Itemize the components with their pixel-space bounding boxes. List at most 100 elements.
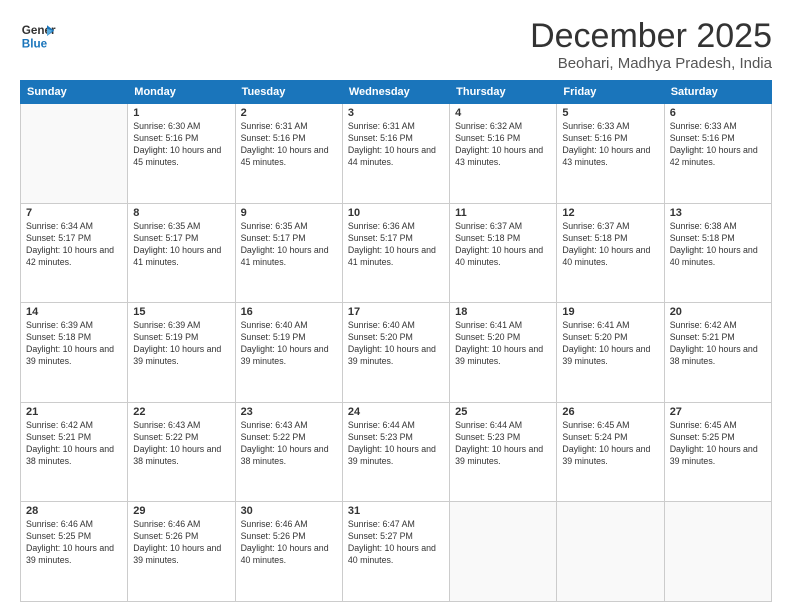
day-number: 1: [133, 107, 229, 119]
calendar-cell: 27 Sunrise: 6:45 AMSunset: 5:25 PMDayligh…: [664, 402, 771, 502]
day-info: Sunrise: 6:32 AMSunset: 5:16 PMDaylight:…: [455, 121, 551, 169]
day-info: Sunrise: 6:39 AMSunset: 5:19 PMDaylight:…: [133, 320, 229, 368]
calendar-cell: 25 Sunrise: 6:44 AMSunset: 5:23 PMDayligh…: [450, 402, 557, 502]
calendar-week-row: 21 Sunrise: 6:42 AMSunset: 5:21 PMDayligh…: [21, 402, 772, 502]
day-number: 13: [670, 207, 766, 219]
day-info: Sunrise: 6:45 AMSunset: 5:25 PMDaylight:…: [670, 420, 766, 468]
page-title: December 2025: [530, 18, 772, 55]
day-number: 6: [670, 107, 766, 119]
day-info: Sunrise: 6:35 AMSunset: 5:17 PMDaylight:…: [241, 221, 337, 269]
calendar-cell: 21 Sunrise: 6:42 AMSunset: 5:21 PMDayligh…: [21, 402, 128, 502]
day-info: Sunrise: 6:38 AMSunset: 5:18 PMDaylight:…: [670, 221, 766, 269]
day-info: Sunrise: 6:40 AMSunset: 5:19 PMDaylight:…: [241, 320, 337, 368]
day-number: 8: [133, 207, 229, 219]
day-info: Sunrise: 6:41 AMSunset: 5:20 PMDaylight:…: [455, 320, 551, 368]
day-number: 31: [348, 505, 444, 517]
day-info: Sunrise: 6:42 AMSunset: 5:21 PMDaylight:…: [670, 320, 766, 368]
calendar-cell: 18 Sunrise: 6:41 AMSunset: 5:20 PMDayligh…: [450, 303, 557, 403]
th-tuesday: Tuesday: [235, 81, 342, 104]
day-info: Sunrise: 6:40 AMSunset: 5:20 PMDaylight:…: [348, 320, 444, 368]
calendar-cell: 11Sunrise: 6:37 AMSunset: 5:18 PMDayligh…: [450, 203, 557, 303]
day-info: Sunrise: 6:41 AMSunset: 5:20 PMDaylight:…: [562, 320, 658, 368]
day-number: 26: [562, 406, 658, 418]
day-number: 17: [348, 306, 444, 318]
th-wednesday: Wednesday: [342, 81, 449, 104]
calendar-week-row: 1 Sunrise: 6:30 AMSunset: 5:16 PMDaylight…: [21, 104, 772, 204]
calendar-cell: 15 Sunrise: 6:39 AMSunset: 5:19 PMDayligh…: [128, 303, 235, 403]
day-number: 30: [241, 505, 337, 517]
calendar-cell: 13 Sunrise: 6:38 AMSunset: 5:18 PMDayligh…: [664, 203, 771, 303]
day-number: 25: [455, 406, 551, 418]
day-number: 10: [348, 207, 444, 219]
day-number: 9: [241, 207, 337, 219]
calendar-cell: 19Sunrise: 6:41 AMSunset: 5:20 PMDayligh…: [557, 303, 664, 403]
calendar-cell: 6 Sunrise: 6:33 AMSunset: 5:16 PMDaylight…: [664, 104, 771, 204]
day-info: Sunrise: 6:33 AMSunset: 5:16 PMDaylight:…: [670, 121, 766, 169]
day-number: 18: [455, 306, 551, 318]
day-number: 21: [26, 406, 122, 418]
th-monday: Monday: [128, 81, 235, 104]
day-number: 4: [455, 107, 551, 119]
day-info: Sunrise: 6:37 AMSunset: 5:18 PMDaylight:…: [562, 221, 658, 269]
day-info: Sunrise: 6:36 AMSunset: 5:17 PMDaylight:…: [348, 221, 444, 269]
day-number: 3: [348, 107, 444, 119]
day-info: Sunrise: 6:46 AMSunset: 5:26 PMDaylight:…: [241, 519, 337, 567]
day-info: Sunrise: 6:44 AMSunset: 5:23 PMDaylight:…: [455, 420, 551, 468]
calendar-week-row: 28 Sunrise: 6:46 AMSunset: 5:25 PMDayligh…: [21, 502, 772, 602]
calendar-cell: [450, 502, 557, 602]
calendar-cell: 26 Sunrise: 6:45 AMSunset: 5:24 PMDayligh…: [557, 402, 664, 502]
day-number: 2: [241, 107, 337, 119]
day-number: 22: [133, 406, 229, 418]
calendar-cell: 31 Sunrise: 6:47 AMSunset: 5:27 PMDayligh…: [342, 502, 449, 602]
calendar-cell: 9 Sunrise: 6:35 AMSunset: 5:17 PMDaylight…: [235, 203, 342, 303]
day-info: Sunrise: 6:39 AMSunset: 5:18 PMDaylight:…: [26, 320, 122, 368]
page-subtitle: Beohari, Madhya Pradesh, India: [530, 55, 772, 72]
calendar-cell: 8 Sunrise: 6:35 AMSunset: 5:17 PMDaylight…: [128, 203, 235, 303]
day-info: Sunrise: 6:42 AMSunset: 5:21 PMDaylight:…: [26, 420, 122, 468]
day-number: 5: [562, 107, 658, 119]
day-info: Sunrise: 6:33 AMSunset: 5:16 PMDaylight:…: [562, 121, 658, 169]
page: General Blue December 2025 Beohari, Madh…: [0, 0, 792, 612]
calendar-week-row: 7 Sunrise: 6:34 AMSunset: 5:17 PMDaylight…: [21, 203, 772, 303]
calendar-cell: 20Sunrise: 6:42 AMSunset: 5:21 PMDayligh…: [664, 303, 771, 403]
th-friday: Friday: [557, 81, 664, 104]
day-number: 29: [133, 505, 229, 517]
day-info: Sunrise: 6:44 AMSunset: 5:23 PMDaylight:…: [348, 420, 444, 468]
calendar-cell: 3 Sunrise: 6:31 AMSunset: 5:16 PMDaylight…: [342, 104, 449, 204]
day-info: Sunrise: 6:30 AMSunset: 5:16 PMDaylight:…: [133, 121, 229, 169]
day-number: 15: [133, 306, 229, 318]
calendar-cell: 2Sunrise: 6:31 AMSunset: 5:16 PMDaylight…: [235, 104, 342, 204]
calendar-cell: 28 Sunrise: 6:46 AMSunset: 5:25 PMDayligh…: [21, 502, 128, 602]
day-number: 14: [26, 306, 122, 318]
calendar-week-row: 14 Sunrise: 6:39 AMSunset: 5:18 PMDayligh…: [21, 303, 772, 403]
day-number: 24: [348, 406, 444, 418]
logo-icon: General Blue: [20, 18, 56, 54]
day-info: Sunrise: 6:34 AMSunset: 5:17 PMDaylight:…: [26, 221, 122, 269]
day-info: Sunrise: 6:46 AMSunset: 5:26 PMDaylight:…: [133, 519, 229, 567]
calendar-cell: 24 Sunrise: 6:44 AMSunset: 5:23 PMDayligh…: [342, 402, 449, 502]
day-number: 28: [26, 505, 122, 517]
th-sunday: Sunday: [21, 81, 128, 104]
day-number: 27: [670, 406, 766, 418]
title-block: December 2025 Beohari, Madhya Pradesh, I…: [530, 18, 772, 72]
calendar-cell: 10 Sunrise: 6:36 AMSunset: 5:17 PMDayligh…: [342, 203, 449, 303]
calendar-header-row: Sunday Monday Tuesday Wednesday Thursday…: [21, 81, 772, 104]
calendar-cell: 30 Sunrise: 6:46 AMSunset: 5:26 PMDayligh…: [235, 502, 342, 602]
th-thursday: Thursday: [450, 81, 557, 104]
day-info: Sunrise: 6:47 AMSunset: 5:27 PMDaylight:…: [348, 519, 444, 567]
day-info: Sunrise: 6:31 AMSunset: 5:16 PMDaylight:…: [348, 121, 444, 169]
day-info: Sunrise: 6:45 AMSunset: 5:24 PMDaylight:…: [562, 420, 658, 468]
calendar-cell: 23Sunrise: 6:43 AMSunset: 5:22 PMDayligh…: [235, 402, 342, 502]
th-saturday: Saturday: [664, 81, 771, 104]
calendar-cell: 22 Sunrise: 6:43 AMSunset: 5:22 PMDayligh…: [128, 402, 235, 502]
calendar-cell: [664, 502, 771, 602]
day-number: 23: [241, 406, 337, 418]
day-info: Sunrise: 6:46 AMSunset: 5:25 PMDaylight:…: [26, 519, 122, 567]
calendar-cell: 7 Sunrise: 6:34 AMSunset: 5:17 PMDaylight…: [21, 203, 128, 303]
day-number: 11: [455, 207, 551, 219]
day-info: Sunrise: 6:35 AMSunset: 5:17 PMDaylight:…: [133, 221, 229, 269]
day-number: 12: [562, 207, 658, 219]
day-number: 7: [26, 207, 122, 219]
day-number: 16: [241, 306, 337, 318]
day-info: Sunrise: 6:43 AMSunset: 5:22 PMDaylight:…: [133, 420, 229, 468]
